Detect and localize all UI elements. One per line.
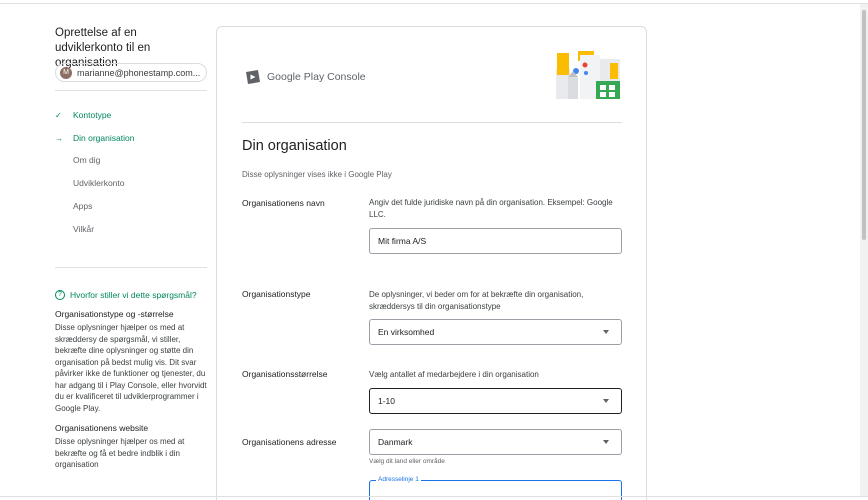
org-type-label: Organisationstype (242, 289, 311, 299)
step-label: Din organisation (73, 133, 135, 143)
arrow-right-icon: → (55, 133, 63, 143)
play-console-logo: Google Play Console (245, 69, 366, 85)
dropdown-arrow-icon (603, 330, 609, 334)
step-label: Kontotype (73, 110, 112, 120)
dropdown-arrow-icon (603, 440, 609, 444)
account-email: marianne@phonestamp.com... (77, 67, 201, 78)
card-divider (242, 122, 622, 123)
sidebar-divider (55, 267, 207, 268)
step-label: Apps (73, 201, 93, 211)
country-helper-text: Vælg dit land eller område (369, 458, 445, 465)
why-link-label: Hvorfor stiller vi dette spørgsmål? (70, 290, 197, 300)
play-console-icon (246, 70, 260, 84)
page-title: Din organisation (242, 138, 347, 154)
why-panel: ? Hvorfor stiller vi dette spørgsmål? Or… (55, 290, 207, 471)
why-text-type-size: Disse oplysninger hjælper os med at skræ… (55, 323, 207, 413)
bottom-edge (0, 496, 868, 500)
step-udviklerkonto[interactable]: Udviklerkonto (55, 176, 207, 190)
organisation-illustration (556, 51, 620, 99)
org-name-input[interactable]: Mit firma A/S (369, 228, 622, 254)
why-link[interactable]: ? Hvorfor stiller vi dette spørgsmål? (55, 290, 207, 300)
page-scrollbar[interactable] (860, 4, 868, 496)
address-line-1-label: Adresselinje 1 (376, 476, 421, 483)
step-kontotype[interactable]: ✓ Kontotype (55, 108, 207, 122)
logo-console: Console (327, 71, 366, 83)
why-heading-website: Organisationens website (55, 423, 149, 433)
country-select[interactable]: Danmark (369, 429, 622, 455)
org-type-select[interactable]: En virksomhed (369, 319, 622, 345)
org-type-description: De oplysninger, vi beder om for at bekræ… (369, 290, 584, 311)
org-size-value: 1-10 (378, 396, 396, 406)
step-label: Vilkår (73, 224, 95, 234)
country-value: Danmark (378, 437, 413, 447)
step-vilkar[interactable]: Vilkår (55, 222, 207, 236)
why-heading-type-size: Organisationstype og -størrelse (55, 309, 174, 319)
step-din-organisation[interactable]: → Din organisation (55, 131, 207, 145)
page-subtitle: Disse oplysninger vises ikke i Google Pl… (242, 170, 392, 179)
org-address-label: Organisationens adresse (242, 437, 337, 447)
logo-google-play: Google Play (267, 71, 325, 83)
org-name-value: Mit firma A/S (378, 236, 427, 246)
sidebar: Oprettelse af en udviklerkonto til en or… (55, 26, 207, 469)
sidebar-divider (55, 90, 207, 91)
top-edge (0, 0, 868, 4)
org-name-description: Angiv det fulde juridiske navn på din or… (369, 198, 613, 219)
step-label: Udviklerkonto (73, 178, 125, 188)
org-size-select[interactable]: 1-10 (369, 388, 622, 414)
check-icon: ✓ (55, 110, 62, 120)
dropdown-arrow-icon (603, 399, 609, 403)
scrollbar-thumb[interactable] (862, 10, 866, 240)
organisation-card: Google Play Console Din organisation Dis… (216, 26, 647, 500)
logo-text: Google Play Console (267, 71, 366, 83)
step-label: Om dig (73, 155, 101, 165)
avatar: M (60, 66, 72, 79)
org-size-description: Vælg antallet af medarbejdere i din orga… (369, 370, 539, 379)
org-name-label: Organisationens navn (242, 198, 325, 208)
org-type-value: En virksomhed (378, 327, 435, 337)
step-om-dig[interactable]: Om dig (55, 153, 207, 167)
why-text-website: Disse oplysninger hjælper os med at bekr… (55, 437, 185, 469)
help-icon: ? (55, 290, 65, 300)
org-size-label: Organisationsstørrelse (242, 369, 328, 379)
step-apps[interactable]: Apps (55, 199, 207, 213)
account-chip[interactable]: M marianne@phonestamp.com... (55, 63, 207, 82)
